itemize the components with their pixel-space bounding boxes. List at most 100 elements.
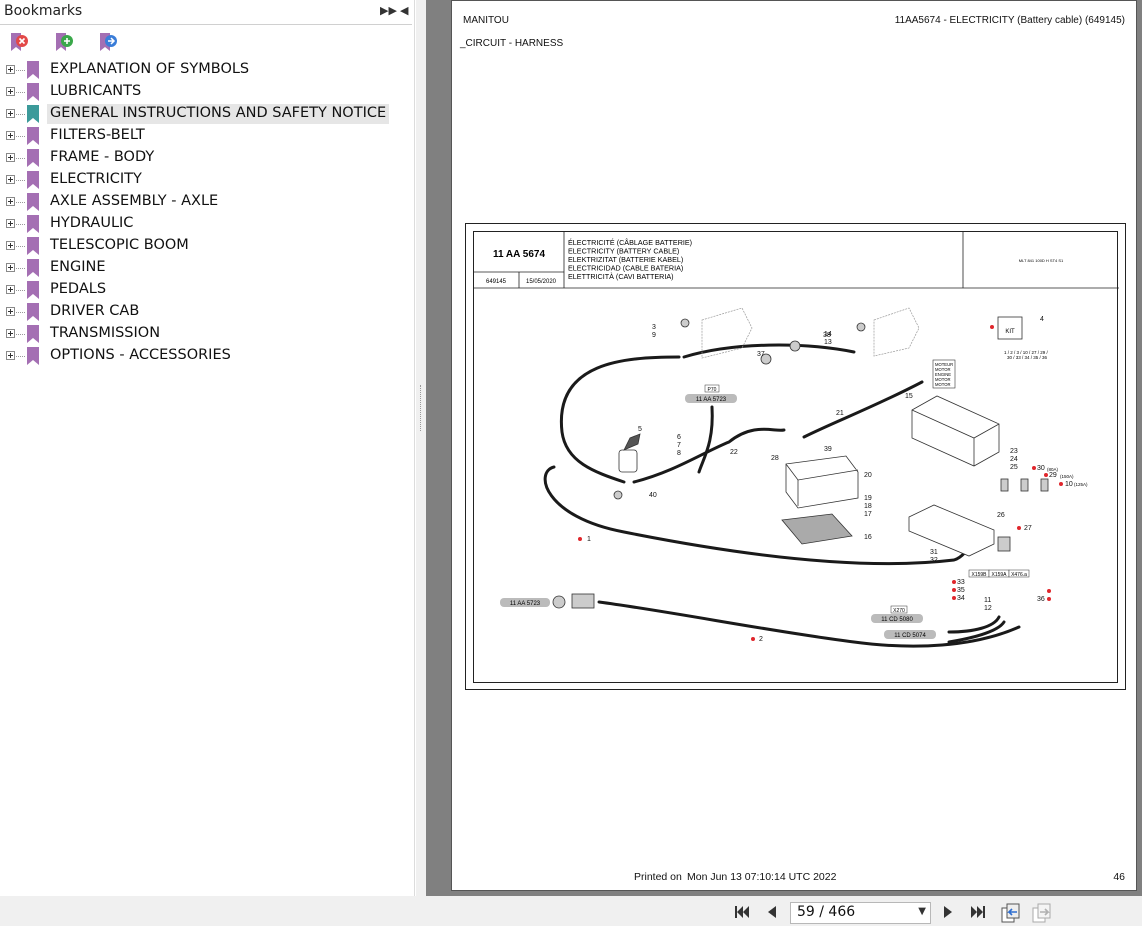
splitter-grip[interactable] <box>420 385 422 431</box>
callout-28: 28 <box>771 455 779 462</box>
callout-34: 34 <box>957 595 965 602</box>
callout-25: 25 <box>1010 464 1018 471</box>
bookmark-icon <box>27 325 39 343</box>
engine-outline <box>701 307 920 359</box>
expand-toggle[interactable] <box>6 131 15 140</box>
battery-tray <box>781 513 853 545</box>
drawing-model: MLT 841 100D H ST4 S1 <box>1019 258 1064 263</box>
bookmark-item-filters-belt[interactable]: FILTERS-BELT <box>0 125 415 147</box>
delete-bookmark-icon[interactable] <box>8 31 30 53</box>
ref-x159a: X159A <box>991 572 1007 578</box>
bookmark-item-pedals[interactable]: PEDALS <box>0 279 415 301</box>
bookmark-item-axle-assembly[interactable]: AXLE ASSEMBLY - AXLE <box>0 191 415 213</box>
callout-6: 6 <box>677 434 681 441</box>
callout-23: 23 <box>1010 448 1018 455</box>
tree-connector <box>16 92 25 93</box>
previous-view-icon[interactable] <box>1000 902 1022 924</box>
expand-toggle[interactable] <box>6 65 15 74</box>
bookmark-icon <box>27 347 39 365</box>
battery <box>785 455 859 509</box>
callout-27: 27 <box>1024 525 1032 532</box>
ref-x270: X270 <box>893 608 905 614</box>
ref-x159b: X159B <box>971 572 987 578</box>
page-dropdown-icon[interactable]: ▼ <box>918 906 926 917</box>
bookmark-label: TELESCOPIC BOOM <box>50 237 189 253</box>
expand-toggle[interactable] <box>6 153 15 162</box>
bookmark-icon <box>27 237 39 255</box>
bookmark-item-frame-body[interactable]: FRAME - BODY <box>0 147 415 169</box>
expand-toggle[interactable] <box>6 329 15 338</box>
bookmarks-header: Bookmarks ▶▶ ◀ <box>0 0 414 24</box>
expand-toggle[interactable] <box>6 175 15 184</box>
panel-splitter[interactable] <box>416 0 426 896</box>
bookmark-item-options-accessories[interactable]: OPTIONS - ACCESSORIES <box>0 345 415 367</box>
bookmark-item-general-instructions[interactable]: GENERAL INSTRUCTIONS AND SAFETY NOTICE <box>0 103 415 125</box>
bookmark-icon <box>27 259 39 277</box>
callout-30: 30 <box>1037 465 1045 472</box>
next-page-icon[interactable] <box>939 903 957 921</box>
bookmark-item-electricity[interactable]: ELECTRICITY <box>0 169 415 191</box>
bookmark-icon <box>27 149 39 167</box>
bookmark-icon <box>27 171 39 189</box>
tree-connector <box>16 246 25 247</box>
callout-33: 33 <box>957 579 965 586</box>
bookmark-label: AXLE ASSEMBLY - AXLE <box>50 193 219 209</box>
callout-12: 12 <box>984 605 992 612</box>
bookmark-label: PEDALS <box>50 281 107 297</box>
page-number-value: 59 / 466 <box>797 904 856 920</box>
kit-box <box>997 316 1023 340</box>
bookmark-icon <box>27 61 39 79</box>
callout-10: 10 <box>1065 481 1073 488</box>
expand-toggle[interactable] <box>6 109 15 118</box>
ref-aa5723-top: 11 AA 5723 <box>696 397 727 403</box>
bookmark-label: EXPLANATION OF SYMBOLS <box>50 61 250 77</box>
bookmark-item-driver-cab[interactable]: DRIVER CAB <box>0 301 415 323</box>
tree-connector <box>16 334 25 335</box>
kit-items-2: 30 / 33 / 34 / 35 / 36 <box>1007 355 1048 360</box>
bookmark-item-lubricants[interactable]: LUBRICANTS <box>0 81 415 103</box>
expand-toggle[interactable] <box>6 241 15 250</box>
ref-cd5080: 11 CD 5080 <box>881 617 913 623</box>
bookmark-label: TRANSMISSION <box>50 325 161 341</box>
previous-page-icon[interactable] <box>763 903 781 921</box>
expand-toggle[interactable] <box>6 263 15 272</box>
printed-on-date: Mon Jun 13 07:10:14 UTC 2022 <box>687 871 837 883</box>
tree-connector <box>16 312 25 313</box>
expand-toggle[interactable] <box>6 285 15 294</box>
battery-switch <box>618 433 641 473</box>
callout-40: 40 <box>649 492 657 499</box>
page-number-field[interactable]: 59 / 466 ▼ <box>790 902 931 924</box>
tree-connector <box>16 114 25 115</box>
expand-toggle[interactable] <box>6 87 15 96</box>
expand-toggle[interactable] <box>6 307 15 316</box>
drawing-frame: 11 AA 5674 649145 15/05/2020 ÉLECTRICITÉ… <box>465 223 1126 690</box>
pdf-page: MANITOU 11AA5674 - ELECTRICITY (Battery … <box>451 0 1137 891</box>
last-page-icon[interactable] <box>969 903 987 921</box>
expand-toggle[interactable] <box>6 351 15 360</box>
bookmark-properties-icon[interactable] <box>97 31 119 53</box>
drawing-doc-no: 649145 <box>486 279 507 285</box>
bookmark-item-explanation-of-symbols[interactable]: EXPLANATION OF SYMBOLS <box>0 59 415 81</box>
bookmark-icon <box>27 215 39 233</box>
expand-panel-icon[interactable]: ▶▶ <box>380 4 397 17</box>
bookmark-item-hydraulic[interactable]: HYDRAULIC <box>0 213 415 235</box>
bookmark-item-transmission[interactable]: TRANSMISSION <box>0 323 415 345</box>
collapse-panel-icon[interactable]: ◀ <box>400 4 408 17</box>
callout-1: 1 <box>587 536 591 543</box>
expand-toggle[interactable] <box>6 197 15 206</box>
bookmark-item-engine[interactable]: ENGINE <box>0 257 415 279</box>
header-divider <box>0 24 412 25</box>
first-page-icon[interactable] <box>733 903 751 921</box>
next-view-icon[interactable] <box>1031 902 1053 924</box>
bookmark-item-telescopic-boom[interactable]: TELESCOPIC BOOM <box>0 235 415 257</box>
callout-3: 3 <box>652 324 656 331</box>
bookmark-tree: EXPLANATION OF SYMBOLS LUBRICANTS GENERA… <box>0 59 415 367</box>
add-bookmark-icon[interactable] <box>53 31 75 53</box>
expand-toggle[interactable] <box>6 219 15 228</box>
bookmark-icon <box>27 193 39 211</box>
callout-5: 5 <box>638 426 642 433</box>
callout-9: 9 <box>652 332 656 339</box>
drawing-inner-frame: 11 AA 5674 649145 15/05/2020 ÉLECTRICITÉ… <box>473 231 1119 683</box>
callout-17: 17 <box>864 511 872 518</box>
bookmark-label: GENERAL INSTRUCTIONS AND SAFETY NOTICE <box>47 104 390 124</box>
